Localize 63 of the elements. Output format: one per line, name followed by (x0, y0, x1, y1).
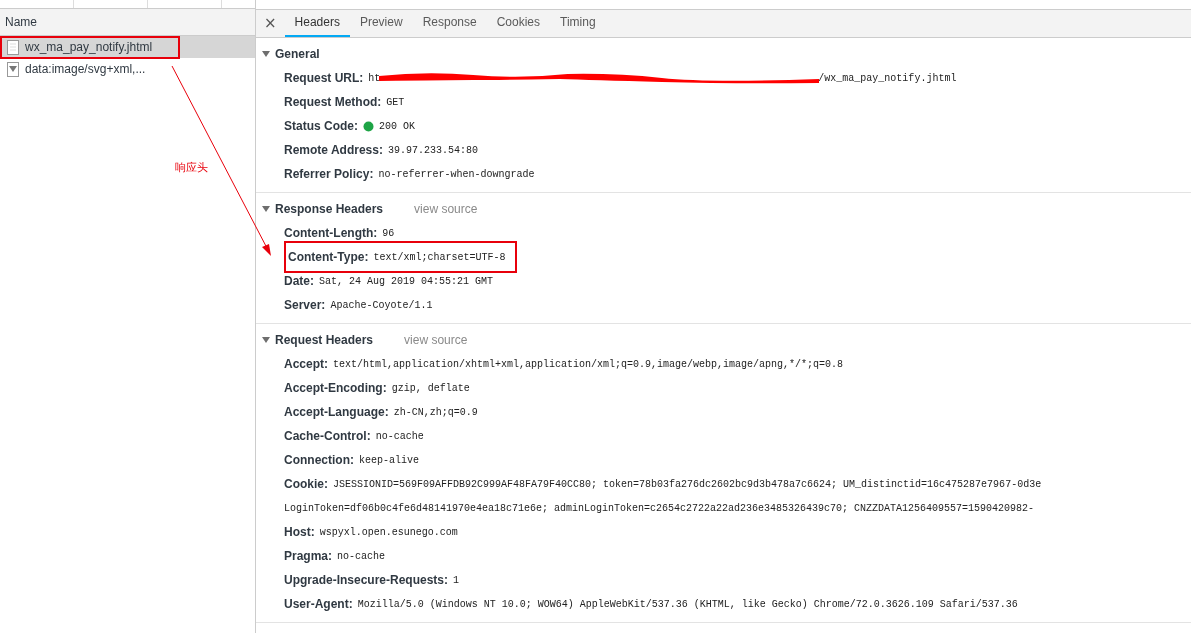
collapse-triangle-icon[interactable] (262, 205, 270, 213)
header-value: no-cache (337, 550, 386, 562)
header-name: Referrer Policy: (284, 167, 374, 181)
header-value: 39.97.233.54:80 (387, 144, 478, 156)
tab[interactable]: Preview (349, 9, 413, 37)
header-value: text/xml;charset=UTF-8 (373, 251, 506, 263)
header-value: GET (386, 96, 405, 108)
status-dot-icon (363, 120, 374, 132)
header-name: Date: (284, 274, 314, 288)
request-row[interactable]: data:image/svg+xml,... (0, 58, 255, 80)
header-name: Content-Length: (284, 226, 378, 240)
header-name: Pragma: (284, 549, 333, 563)
header-value: 1 (453, 574, 460, 586)
tab[interactable]: Headers (284, 9, 350, 37)
header-name: Content-Type: (288, 250, 369, 264)
header-value: JSESSIONID=569F09AFFDB92C999AF48FA79F40CC80; token=78b03fa276dc2602bc9d3b478a7c6624; UM_distinctid=16c475287e7967-0d3e (333, 478, 1042, 490)
tab[interactable]: Timing (550, 9, 606, 37)
name-column-header[interactable]: Name (0, 9, 255, 36)
header-name: User-Agent: (284, 597, 353, 611)
header-value: no-referrer-when-downgrade (378, 168, 535, 180)
image-file-icon (7, 61, 19, 77)
header-name: Status Code: (284, 119, 358, 133)
header-name: Host: (284, 525, 315, 539)
header-value: Apache-Coyote/1.1 (330, 299, 433, 311)
document-icon (7, 39, 19, 55)
annotation-label: 响应头 (175, 160, 208, 175)
header-value: zh-CN,zh;q=0.9 (393, 406, 478, 418)
header-value: text/html,application/xhtml+xml,application/xml;q=0.9,image/webp,image/apng,*/*;q=0.8 (333, 358, 844, 370)
tab[interactable]: Response (412, 9, 487, 37)
header-name: Cookie: (284, 477, 328, 491)
section-title[interactable]: Response Headers (275, 202, 384, 216)
header-name: Cache-Control: (284, 429, 371, 443)
header-name: Accept: (284, 357, 328, 371)
request-name: wx_ma_pay_notify.jhtml (25, 40, 153, 54)
header-name: Upgrade-Insecure-Requests: (284, 573, 449, 587)
header-value: LoginToken=df06b0c4fe6d48141970e4ea18c71e6e; adminLoginToken=c2654c2722a22ad236e3485326439c70; CNZZDATA1256409557=1590420982- (284, 502, 1035, 514)
header-value: gzip, deflate (391, 382, 470, 394)
tab[interactable]: Cookies (486, 9, 551, 37)
view-source-link[interactable]: view source (414, 202, 478, 216)
header-name: Request Method: (284, 95, 382, 109)
header-name: Remote Address: (284, 143, 383, 157)
header-name: Server: (284, 298, 326, 312)
header-value: Mozilla/5.0 (Windows NT 10.0; WOW64) AppleWebKit/537.36 (KHTML, like Gecko) Chrome/72.0.3626.109 Safari/537.36 (357, 598, 1018, 610)
header-value: 96 (382, 227, 395, 239)
section-title[interactable]: General (275, 47, 320, 61)
header-value: 200 OK (379, 120, 416, 132)
request-row[interactable]: wx_ma_pay_notify.jhtml (0, 36, 255, 58)
close-button[interactable]: × (256, 9, 285, 37)
header-name: Request URL: (284, 71, 364, 85)
header-value: wspyxl.open.esunego.com (319, 526, 458, 538)
header-value: keep-alive (359, 454, 419, 466)
header-name: Connection: (284, 453, 354, 467)
header-value: Sat, 24 Aug 2019 04:55:21 GMT (319, 275, 494, 287)
header-name: Accept-Encoding: (284, 381, 387, 395)
collapse-triangle-icon[interactable] (262, 50, 270, 58)
collapse-triangle-icon[interactable] (262, 336, 270, 344)
view-source-link[interactable]: view source (404, 333, 468, 347)
url-value-start: ht (368, 72, 381, 84)
header-name: Accept-Language: (284, 405, 389, 419)
request-name: data:image/svg+xml,... (25, 62, 146, 76)
url-value: /wx_ma_pay_notify.jhtml (818, 72, 957, 84)
header-value: no-cache (375, 430, 424, 442)
section-title[interactable]: Request Headers (275, 333, 374, 347)
